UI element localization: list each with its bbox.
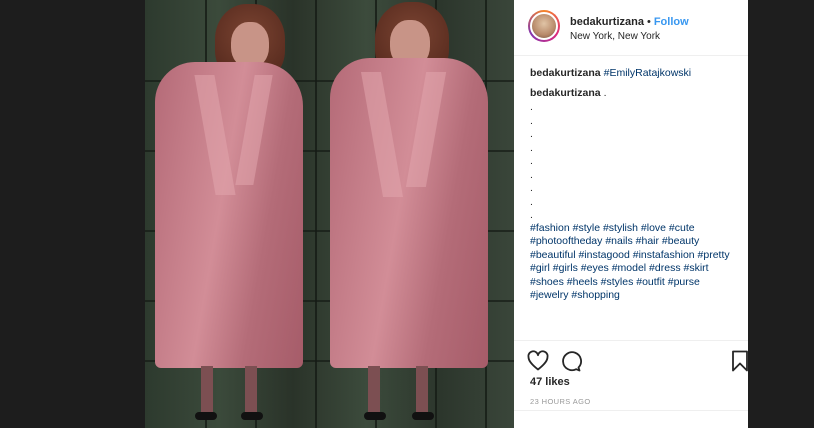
comment-1: bedakurtizana #EmilyRatajkowski xyxy=(530,66,740,80)
caption-dot: . xyxy=(530,114,533,127)
heart-icon[interactable] xyxy=(526,349,550,373)
avatar[interactable] xyxy=(528,10,560,42)
post-modal: bedakurtizana • Follow New York, New York … xyxy=(0,0,814,428)
caption-dot: . xyxy=(530,168,533,181)
post-header: bedakurtizana • Follow New York, New York xyxy=(514,0,748,56)
caption-dot: . xyxy=(530,101,533,113)
model-figure-left xyxy=(145,0,315,428)
comment-username[interactable]: bedakurtizana xyxy=(530,67,601,79)
comment-username[interactable]: bedakurtizana xyxy=(530,87,601,99)
comment-hashtag[interactable]: #EmilyRatajkowski xyxy=(604,67,692,79)
model-figure-right xyxy=(320,0,505,428)
caption-dot: . xyxy=(530,209,533,221)
backdrop-left[interactable] xyxy=(0,0,145,428)
post-details-panel: bedakurtizana • Follow New York, New York … xyxy=(514,0,748,428)
bookmark-icon[interactable] xyxy=(730,349,750,373)
header-user-line: bedakurtizana • Follow xyxy=(570,16,689,28)
location-link[interactable]: New York, New York xyxy=(570,31,660,42)
divider xyxy=(514,410,748,411)
caption-dot: . xyxy=(530,141,533,154)
post-photo[interactable] xyxy=(145,0,514,428)
caption-dot: . xyxy=(530,182,533,194)
action-bar xyxy=(514,340,748,380)
comments-section: bedakurtizana #EmilyRatajkowski bedakurti… xyxy=(530,66,740,303)
caption-dot: . xyxy=(530,155,533,167)
comment-icon[interactable] xyxy=(558,349,582,373)
comment-2: bedakurtizana. xyxy=(530,86,740,100)
backdrop-right[interactable] xyxy=(748,0,814,428)
comment-text: . xyxy=(603,87,607,99)
like-count[interactable]: 47 likes xyxy=(530,376,570,388)
caption-dot: . xyxy=(530,128,533,140)
follow-button[interactable]: Follow xyxy=(654,16,689,28)
separator-dot: • xyxy=(646,16,651,28)
username-link[interactable]: bedakurtizana xyxy=(570,16,644,28)
caption-dot: . xyxy=(530,195,533,208)
post-timestamp[interactable]: 23 HOURS AGO xyxy=(530,397,591,406)
caption-dots: . . . . . . . . . xyxy=(530,100,740,222)
hashtag-list[interactable]: #fashion #style #stylish #love #cute #ph… xyxy=(530,222,740,303)
